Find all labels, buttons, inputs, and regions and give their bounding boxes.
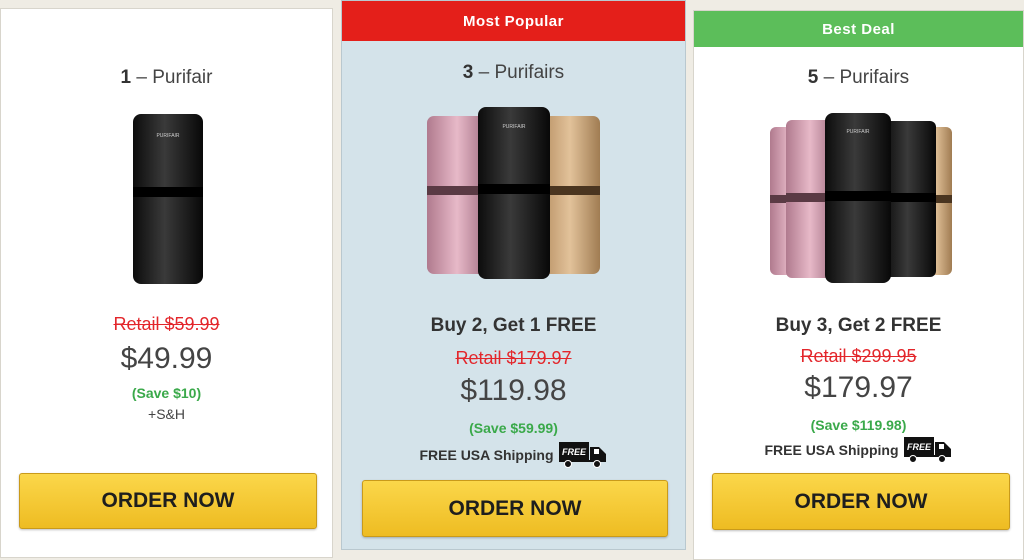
offer-card-1: 1 – Purifair PURIFAIR Retail $59.99 $49.…: [0, 8, 333, 558]
purifair-product-image: PURIFAIR: [427, 107, 600, 279]
sale-price: $119.98: [460, 374, 567, 407]
offer-quantity: 3 – Purifairs: [462, 62, 565, 83]
best-deal-banner: Best Deal: [694, 11, 1023, 47]
free-shipping: FREE USA Shipping FREE: [342, 441, 685, 469]
free-shipping-truck-icon: FREE: [558, 442, 606, 468]
free-shipping-label: FREE USA Shipping: [419, 447, 554, 463]
svg-text:PURIFAIR: PURIFAIR: [502, 124, 525, 130]
retail-price: Retail $59.99: [113, 314, 220, 334]
offer-card-5: Best Deal 5 – Purifairs PURIFAIR Buy 3, …: [693, 10, 1024, 560]
order-now-button[interactable]: ORDER NOW: [712, 473, 1010, 530]
svg-text:PURIFAIR: PURIFAIR: [846, 129, 869, 135]
svg-text:FREE: FREE: [562, 447, 587, 457]
retail-price: Retail $179.97: [455, 348, 572, 368]
purifair-product-image: PURIFAIR: [770, 113, 952, 283]
svg-text:FREE: FREE: [907, 442, 932, 452]
order-now-button[interactable]: ORDER NOW: [362, 480, 668, 537]
sale-price: $179.97: [804, 371, 913, 404]
sale-price: $49.99: [120, 342, 213, 375]
free-shipping: FREE USA Shipping FREE: [694, 436, 1023, 464]
free-shipping-label: FREE USA Shipping: [764, 442, 899, 458]
offer-quantity: 1 – Purifair: [120, 67, 213, 88]
savings-text: (Save $10): [131, 385, 202, 401]
deal-text: Buy 3, Get 2 FREE: [775, 315, 942, 336]
most-popular-banner: Most Popular: [342, 1, 685, 41]
savings-text: (Save $119.98): [810, 417, 907, 433]
shipping-note: +S&H: [148, 406, 185, 422]
deal-text: Buy 2, Get 1 FREE: [430, 315, 597, 336]
offer-quantity: 5 – Purifairs: [807, 67, 910, 88]
free-shipping-truck-icon: FREE: [903, 437, 951, 463]
order-now-button[interactable]: ORDER NOW: [19, 473, 317, 529]
offer-card-3: Most Popular 3 – Purifairs PURIFAIR Buy …: [341, 0, 686, 550]
savings-text: (Save $59.99): [469, 420, 558, 436]
retail-price: Retail $299.95: [800, 346, 917, 366]
purifair-product-image: PURIFAIR: [133, 114, 203, 284]
svg-text:PURIFAIR: PURIFAIR: [156, 133, 179, 139]
